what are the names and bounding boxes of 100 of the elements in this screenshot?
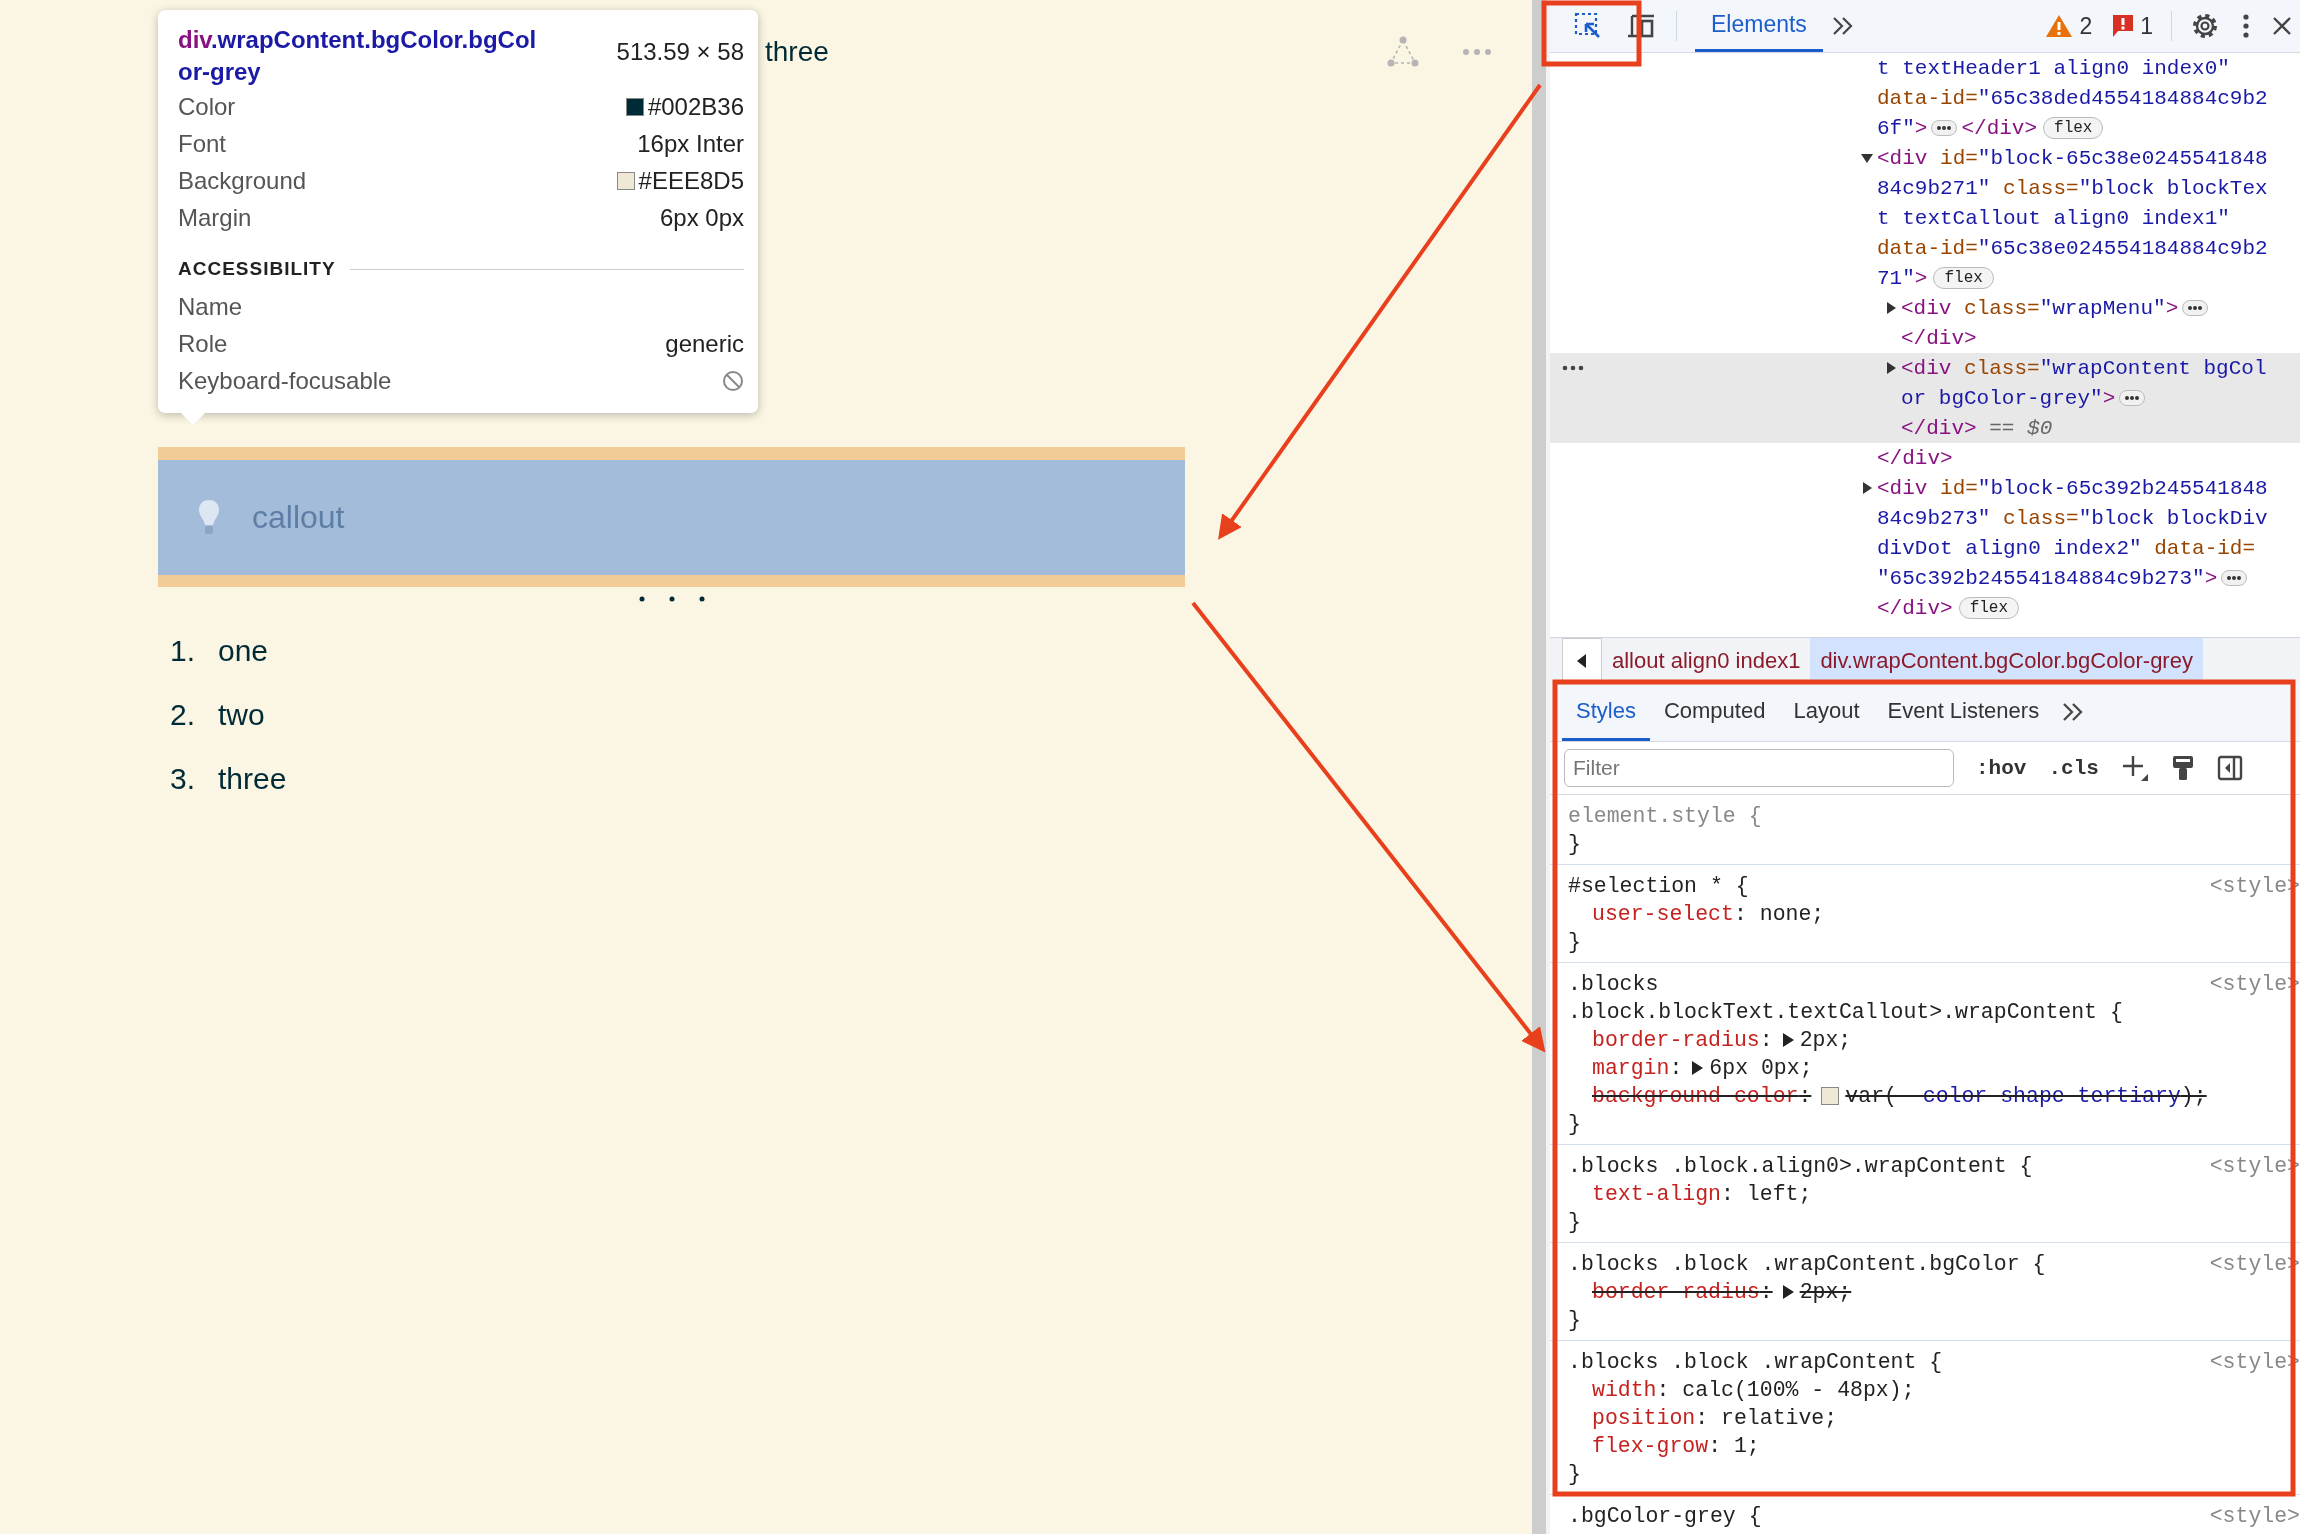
property-value: #002B36 <box>647 92 744 121</box>
flex-badge[interactable]: flex <box>2043 117 2104 139</box>
css-property: position: <box>1592 1405 1709 1432</box>
css-property: background-color: <box>1592 1083 1812 1110</box>
css-property: text-align: <box>1592 1181 1734 1208</box>
css-value: left; <box>1745 1181 1812 1208</box>
filter-toggle[interactable]: .cls <box>2048 756 2099 780</box>
element-size: 513.59 × 58 <box>616 38 744 67</box>
dom-node[interactable]: t textHeader1 align0 index0" data-id="65c38ded4554184884c9b2 6f"> </div> flex <box>1550 53 2300 143</box>
breadcrumb[interactable]: allout align0 index1 <box>1602 638 1811 683</box>
property-value: 6px 0px <box>659 203 744 232</box>
inspect-icon[interactable] <box>1574 12 1602 40</box>
code-text: 84c9b273" class="block blockDiv <box>1877 506 2268 530</box>
code-text: </div> == $0 <box>1901 416 2053 440</box>
sidebar-toggle-icon[interactable] <box>2216 755 2243 781</box>
code-text: </div> <box>1901 326 1977 350</box>
collapsed-triangle-icon[interactable] <box>1861 482 1873 494</box>
breadcrumb[interactable]: div.wrapContent.bgColor.bgColor-grey <box>1810 638 2203 683</box>
css-selector: .blocks <box>1568 971 1659 998</box>
color-swatch[interactable] <box>1821 1087 1840 1105</box>
expand-triangle-icon[interactable] <box>1692 1061 1704 1075</box>
property-value: generic <box>665 329 744 358</box>
css-selector: .blocks .block.align0>.wrapContent { <box>1568 1153 2033 1180</box>
code-text: data-id="65c38ded4554184884c9b2 <box>1877 86 2268 110</box>
property-value: #EEE8D5 <box>638 166 744 195</box>
code-text: data-id="65c38e024554184884c9b2 <box>1877 236 2268 260</box>
pane-tab[interactable]: Layout <box>1779 683 1874 741</box>
code-text: <div id="block-65c38e0245541848 <box>1877 146 2268 170</box>
lightbulb-icon <box>198 498 220 537</box>
dom-node[interactable]: <div id="block-65c38e0245541848 84c9b271" class="block blockTex t textCallout align0 index1" data-id="65c38e024554184884c9b2 71"> flex <box>1550 143 2300 293</box>
ellipsis-icon <box>2226 575 2243 581</box>
expand-button[interactable] <box>2119 390 2146 406</box>
property-label: Background <box>178 166 307 195</box>
css-selector: .block.blockText.textCallout>.wrapContent { <box>1568 999 2123 1026</box>
code-text: 71"> <box>1877 266 1928 290</box>
closing-brace: } <box>1568 929 1581 956</box>
property-label: Font <box>178 129 227 158</box>
close-icon[interactable] <box>2272 16 2292 36</box>
expanded-triangle-icon[interactable] <box>1861 152 1873 164</box>
heading-text: three <box>765 36 829 68</box>
pane-tab[interactable]: Computed <box>1649 683 1780 741</box>
dom-node[interactable]: <div class="wrapMenu"> </div> <box>1550 293 2300 353</box>
plus-icon[interactable] <box>2120 754 2149 782</box>
css-value: none; <box>1758 901 1825 928</box>
scrollbar[interactable] <box>1532 0 1546 1534</box>
warning-icon <box>2045 14 2074 38</box>
filter-toggle[interactable]: :hov <box>1976 756 2027 780</box>
closing-brace: } <box>1568 831 1581 858</box>
css-value: 2px; <box>1799 1279 1852 1306</box>
more-tabs-icon[interactable] <box>1830 16 1855 36</box>
source-link[interactable]: <style> <box>2209 1502 2300 1530</box>
property-label: Keyboard-focusable <box>178 366 392 395</box>
css-property: border-radius: <box>1592 1027 1773 1054</box>
pane-tab[interactable]: Styles <box>1562 683 1650 741</box>
code-text: </div> <box>1961 116 2038 140</box>
closing-brace: } <box>1568 1209 1581 1236</box>
callout-text: callout <box>252 499 345 536</box>
expand-button[interactable] <box>2221 570 2248 586</box>
settings-icon[interactable] <box>2190 11 2220 41</box>
filter-field[interactable]: Filter <box>1564 749 1954 787</box>
code-text: 84c9b271" class="block blockTex <box>1877 176 2268 200</box>
expand-triangle-icon[interactable] <box>1782 1285 1794 1299</box>
code-text: 6f"> <box>1877 116 1928 140</box>
ellipsis-icon <box>2124 395 2141 401</box>
list-item-text: one <box>218 634 269 668</box>
warning-count[interactable]: 2 <box>2079 12 2093 40</box>
kebab-menu-icon[interactable] <box>2242 13 2250 39</box>
flex-badge[interactable]: flex <box>1933 267 1994 289</box>
css-value: var(--color-shape-tertiary); <box>1845 1083 2207 1110</box>
property-label: Margin <box>178 203 252 232</box>
issue-count[interactable]: 1 <box>2140 12 2153 40</box>
property-label: Name <box>178 292 243 321</box>
css-property: margin: <box>1592 1055 1683 1082</box>
scroll-left-button[interactable] <box>1562 638 1602 683</box>
dom-node[interactable]: <div id="block-65c392b245541848 84c9b273" class="block blockDiv divDot align0 index2" data-id= "65c392b24554184884c9b273"> </div> flex <box>1550 473 2300 623</box>
css-value: 6px 0px; <box>1709 1055 1813 1082</box>
collapsed-triangle-icon[interactable] <box>1885 302 1897 314</box>
code-text: <div class="wrapContent bgCol <box>1901 356 2267 380</box>
paint-brush-icon[interactable] <box>2170 754 2195 782</box>
pane-tab[interactable]: Event Listeners <box>1873 683 2054 741</box>
element-selector: div.wrapContent.bgColor.bgColor-grey <box>178 25 538 87</box>
css-value: 2px; <box>1799 1027 1852 1054</box>
css-selector: .blocks .block .wrapContent { <box>1568 1349 1943 1376</box>
code-text: </div> <box>1877 596 1953 620</box>
code-text: <div id="block-65c392b245541848 <box>1877 476 2268 500</box>
closing-brace: } <box>1568 1461 1581 1488</box>
css-property: user-select: <box>1592 901 1747 928</box>
expand-triangle-icon[interactable] <box>1782 1033 1794 1047</box>
code-text: <div class="wrapMenu"> <box>1901 296 2179 320</box>
css-property: flex-grow: <box>1592 1433 1722 1460</box>
collapsed-triangle-icon[interactable] <box>1885 362 1897 374</box>
code-text: t textHeader1 align0 index0" <box>1877 56 2230 80</box>
expand-button[interactable] <box>2182 300 2209 316</box>
expand-button[interactable] <box>1931 120 1958 136</box>
panel-tab[interactable]: Elements <box>1695 0 1823 52</box>
flex-badge[interactable]: flex <box>1958 597 2020 619</box>
list-number: 3. <box>169 762 197 796</box>
more-icon[interactable] <box>1562 365 1584 371</box>
selected-node-highlight[interactable]: <div class="wrapContent bgCol or bgColor-grey"> </div> == $0 <box>1550 353 2300 443</box>
closing-brace: } <box>1568 1111 1581 1138</box>
